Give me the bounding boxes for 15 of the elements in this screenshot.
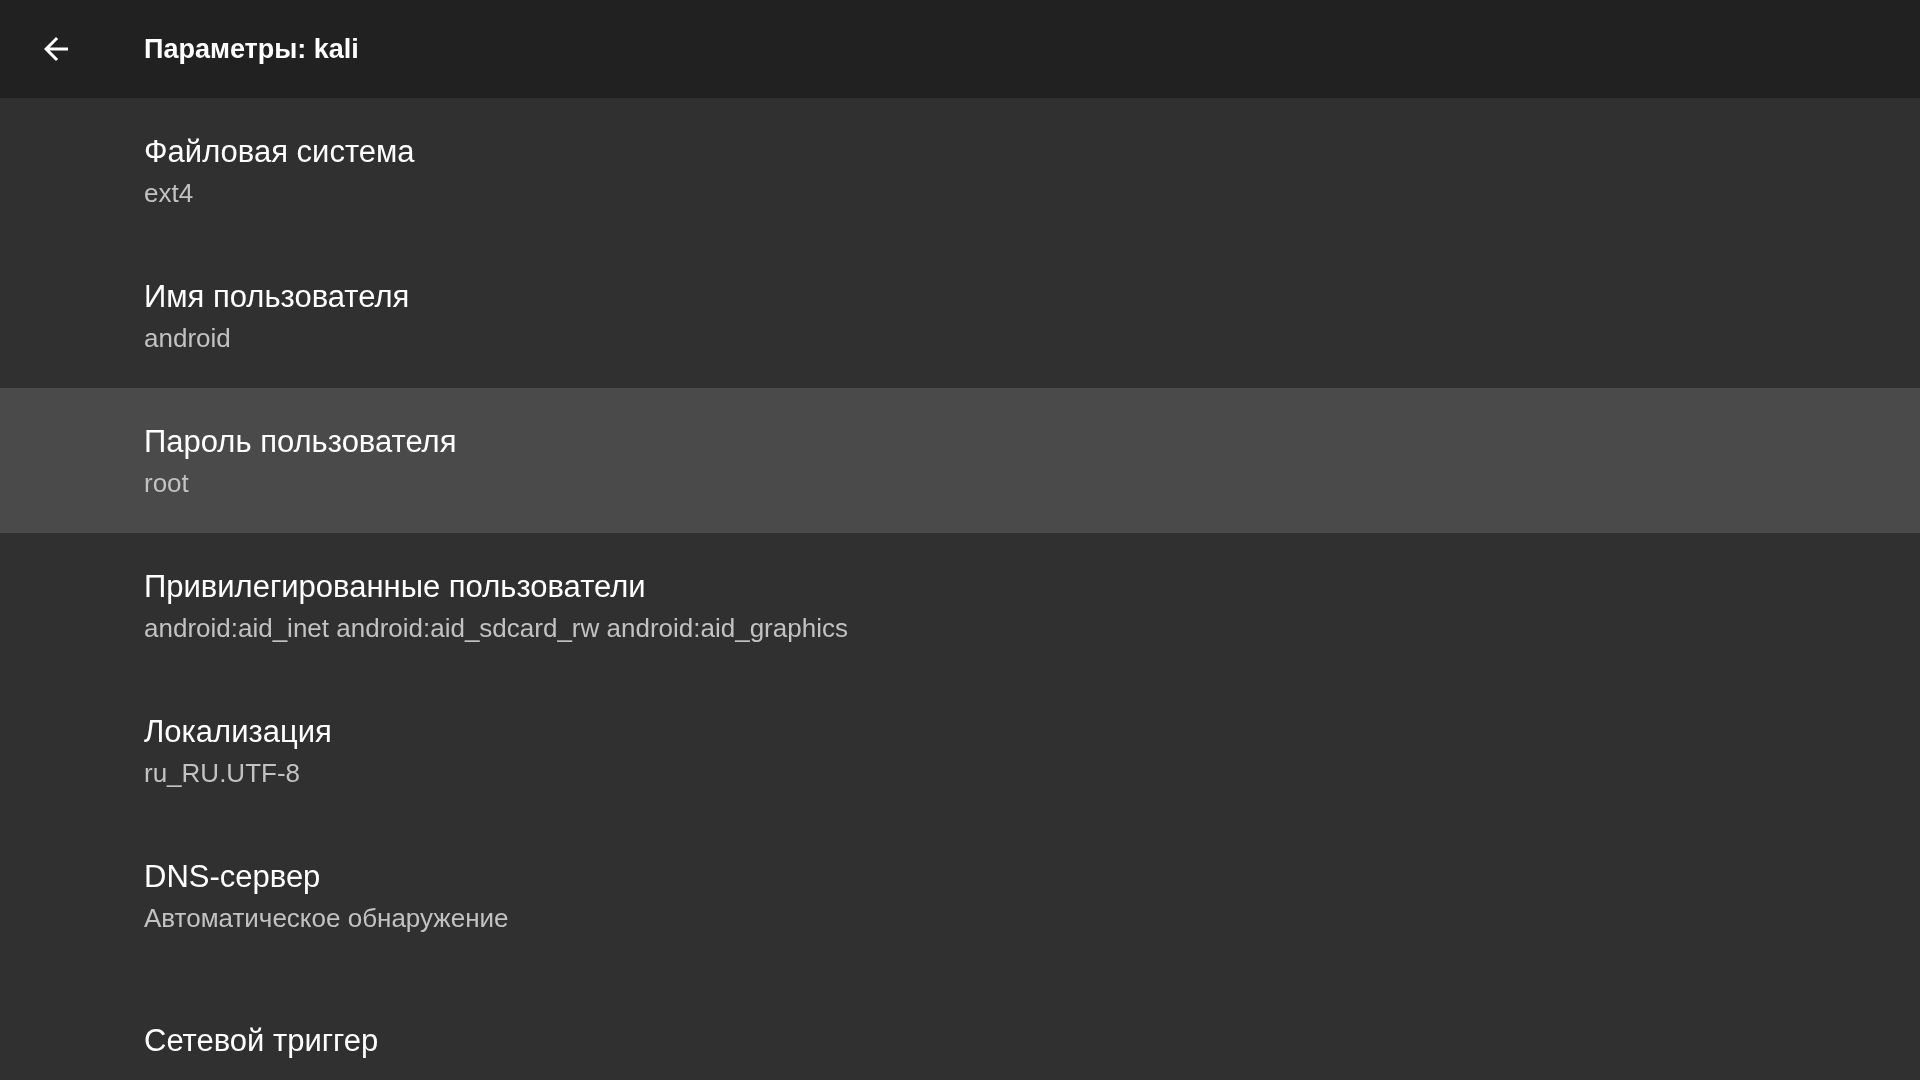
preference-title: Пароль пользователя <box>144 422 457 461</box>
preference-summary: android:aid_inet android:aid_sdcard_rw android:aid_graphics <box>144 611 848 644</box>
preference-title: Файловая система <box>144 132 415 171</box>
preference-summary: Автоматическое обнаружение <box>144 901 509 934</box>
preference-item[interactable]: Пароль пользователя root <box>0 388 1920 533</box>
preference-title: DNS-сервер <box>144 857 321 896</box>
preference-summary: root <box>144 466 189 499</box>
preference-title: Локализация <box>144 712 332 751</box>
preference-summary: ext4 <box>144 176 194 209</box>
preference-title: Привилегированные пользователи <box>144 567 646 606</box>
toolbar-title: Параметры: kali <box>144 32 359 66</box>
preference-title: Сетевой триггер <box>144 1021 379 1060</box>
preference-summary: android <box>144 321 231 354</box>
preference-title: Имя пользователя <box>144 277 410 316</box>
preference-summary: ru_RU.UTF-8 <box>144 756 300 789</box>
